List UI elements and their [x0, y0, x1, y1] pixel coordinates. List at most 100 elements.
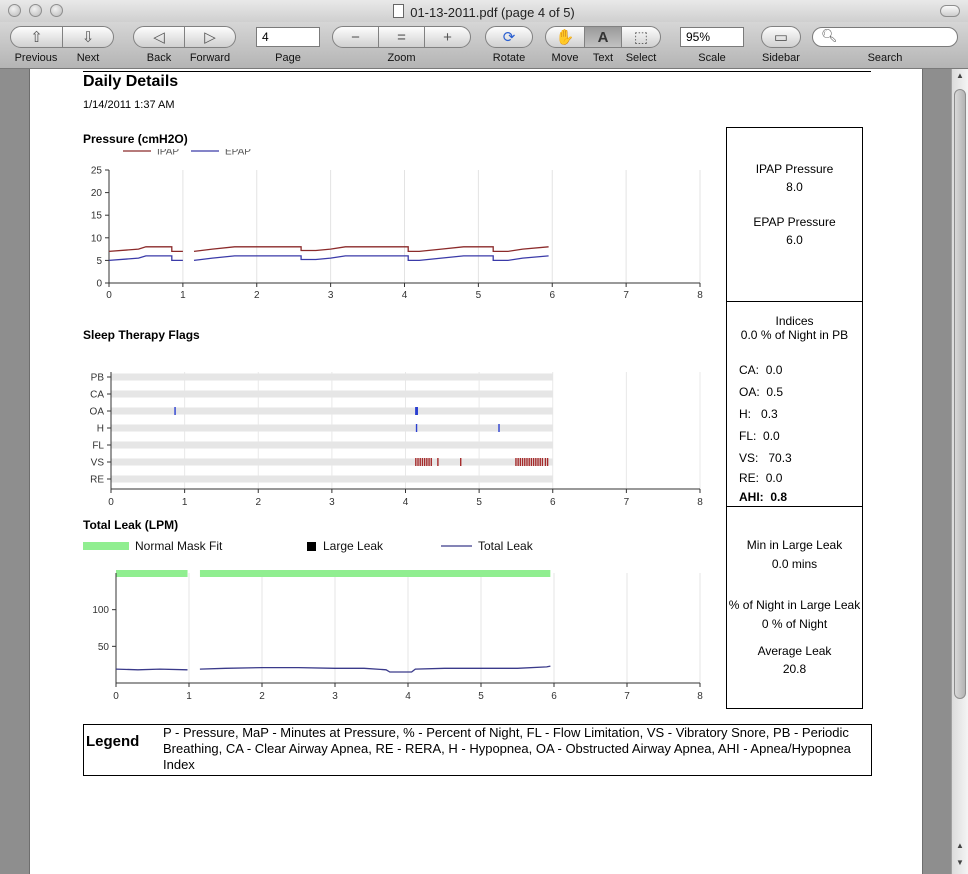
- index-vs: VS: 70.3: [739, 451, 792, 465]
- index-fl-label: FL:: [739, 429, 757, 443]
- epap-pressure-value: 6.0: [786, 233, 803, 247]
- search-label: Search: [867, 52, 903, 64]
- window-titlebar: 01-13-2011.pdf (page 4 of 5): [0, 0, 968, 23]
- ipap-pressure-value: 8.0: [786, 180, 803, 194]
- pressure-legend-label: EPAP: [225, 149, 251, 158]
- scroll-up-icon[interactable]: ▲: [952, 841, 968, 850]
- flags-x-tick-label: 6: [550, 497, 556, 508]
- triangle-right-icon: ▷: [204, 28, 216, 46]
- flags-row-band: [111, 475, 553, 483]
- next-label: Next: [76, 52, 100, 64]
- flags-row-band: [111, 424, 553, 432]
- index-ahi-value: 0.8: [770, 490, 788, 504]
- rotate-button[interactable]: ⟳: [485, 26, 533, 48]
- plus-icon: +: [443, 28, 452, 46]
- sidebar-icon: ▭: [773, 28, 789, 46]
- flags-chart: 0 1 2 3 4 5 6 7 8 PB CA OA H FL VS RE: [90, 372, 703, 508]
- pressure-y-tick-label: 10: [91, 233, 103, 244]
- epap-pressure-label: EPAP Pressure: [753, 215, 836, 229]
- flags-category-label: VS: [91, 458, 105, 469]
- toolbar-toggle-button[interactable]: [940, 5, 960, 17]
- vertical-scrollbar[interactable]: ▲ ▲ ▼: [951, 69, 968, 874]
- equals-icon: =: [397, 28, 406, 46]
- index-re-label: RE:: [739, 471, 760, 485]
- pressure-x-tick-label: 2: [254, 290, 260, 301]
- pressure-x-tick-label: 3: [328, 290, 334, 301]
- normal-fit-legend-swatch: [83, 542, 129, 550]
- average-leak-value: 20.8: [782, 662, 807, 676]
- zoom-out-button[interactable]: −: [332, 26, 379, 48]
- legend-title: Legend: [86, 733, 140, 750]
- report-title: Daily Details: [83, 73, 179, 90]
- sidebar-label: Sidebar: [762, 52, 800, 64]
- flags-row-band: [111, 407, 553, 415]
- index-h-value: 0.3: [761, 407, 778, 421]
- zoom-in-button[interactable]: +: [424, 26, 471, 48]
- pressure-chart: 0 1 2 3 4 5 6 7 8 0 5 10 15 20 25 IPAP EPAP: [91, 149, 703, 301]
- previous-button[interactable]: ⇧: [10, 26, 63, 48]
- large-leak-legend-swatch: [307, 542, 316, 551]
- move-label: Move: [551, 52, 579, 64]
- text-label: Text: [592, 52, 614, 64]
- forward-button[interactable]: ▷: [184, 26, 236, 48]
- page-number-input[interactable]: [256, 27, 320, 47]
- scale-input[interactable]: [680, 27, 744, 47]
- leak-chart-title: Total Leak (LPM): [83, 518, 179, 532]
- pressure-x-tick-label: 8: [697, 290, 703, 301]
- rotate-label: Rotate: [492, 52, 526, 64]
- total-leak-legend-label: Total Leak: [478, 539, 534, 553]
- pressure-chart-title: Pressure (cmH2O): [83, 132, 188, 146]
- text-tool-button[interactable]: A: [584, 26, 622, 48]
- index-fl-value: 0.0: [763, 429, 780, 443]
- flags-row-band: [111, 458, 553, 466]
- normal-fit-band: [199, 570, 551, 577]
- scrollbar-thumb[interactable]: [954, 89, 966, 699]
- leak-chart: Normal Mask Fit Large Leak Total Leak 0 1 2 3 4…: [83, 539, 703, 702]
- periodic-breathing-percent: 0.0 % of Night in PB: [740, 328, 849, 342]
- search-icon: 🔍︎: [821, 28, 838, 43]
- min-large-leak-label: Min in Large Leak: [746, 538, 843, 552]
- index-oa: OA: 0.5: [739, 385, 783, 399]
- leak-y-tick-label: 50: [98, 642, 110, 653]
- indices-label: Indices: [775, 314, 814, 328]
- move-tool-button[interactable]: ✋: [545, 26, 585, 48]
- leak-x-tick-label: 1: [186, 691, 192, 702]
- index-h: H: 0.3: [739, 407, 778, 421]
- report-date: 1/14/2011 1:37 AM: [83, 99, 175, 111]
- index-re-value: 0.0: [765, 471, 783, 485]
- pressure-x-tick-label: 5: [476, 290, 482, 301]
- rotate-icon: ⟳: [502, 28, 516, 46]
- marquee-select-icon: ⬚: [633, 28, 649, 46]
- sidebar-button[interactable]: ▭: [761, 26, 801, 48]
- pct-large-leak-label: % of Night in Large Leak: [728, 598, 861, 612]
- flags-category-label: FL: [92, 441, 104, 452]
- pct-large-leak-value: 0 % of Night: [761, 617, 828, 631]
- scroll-down-icon[interactable]: ▼: [952, 858, 968, 867]
- leak-x-tick-label: 3: [332, 691, 338, 702]
- pdf-page: Daily Details 1/14/2011 1:37 AM Pressure…: [29, 69, 923, 874]
- index-vs-value: 70.3: [768, 451, 792, 465]
- back-button[interactable]: ◁: [133, 26, 185, 48]
- search-field[interactable]: 🔍︎: [812, 27, 958, 47]
- leak-x-tick-label: 0: [113, 691, 119, 702]
- text-select-icon: A: [597, 28, 609, 46]
- scale-label: Scale: [698, 52, 726, 64]
- forward-label: Forward: [189, 52, 231, 64]
- leak-x-tick-label: 4: [405, 691, 411, 702]
- flags-x-tick-label: 5: [476, 497, 482, 508]
- flags-category-label: PB: [91, 373, 105, 384]
- flags-x-tick-label: 8: [697, 497, 703, 508]
- scroll-up-icon[interactable]: ▲: [952, 71, 968, 80]
- leak-x-tick-label: 8: [697, 691, 703, 702]
- flags-category-label: H: [97, 424, 104, 435]
- next-button[interactable]: ⇩: [62, 26, 114, 48]
- pressure-x-tick-label: 0: [106, 290, 112, 301]
- select-tool-button[interactable]: ⬚: [621, 26, 661, 48]
- actual-size-button[interactable]: =: [378, 26, 425, 48]
- pressure-y-tick-label: 20: [91, 188, 103, 199]
- pressure-legend-label: IPAP: [157, 149, 179, 158]
- index-ca-value: 0.0: [765, 363, 783, 377]
- large-leak-legend-label: Large Leak: [323, 539, 384, 553]
- window-title: 01-13-2011.pdf (page 4 of 5): [0, 4, 968, 20]
- pressure-x-tick-label: 4: [402, 290, 408, 301]
